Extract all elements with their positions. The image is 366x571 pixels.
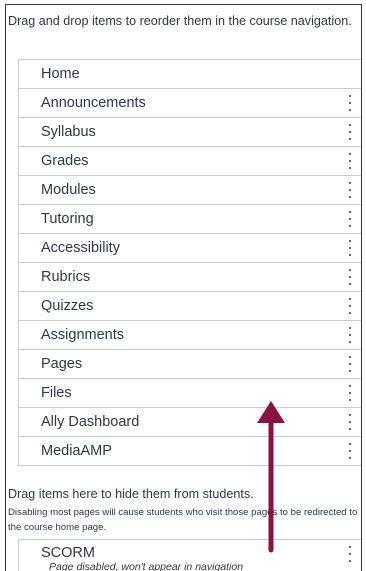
nav-item-label: Ally Dashboard bbox=[41, 414, 140, 430]
nav-item-tutoring[interactable]: Tutoring bbox=[18, 205, 361, 234]
nav-item-label: Quizzes bbox=[41, 298, 94, 314]
vertical-ellipsis-icon[interactable] bbox=[346, 385, 354, 401]
hidden-nav-list: SCORM Page disabled, won't appear in nav… bbox=[18, 539, 361, 571]
nav-item-home[interactable]: Home bbox=[18, 60, 361, 89]
nav-item-label: Announcements bbox=[41, 95, 146, 111]
nav-item-label: MediaAMP bbox=[41, 443, 112, 459]
nav-item-assignments[interactable]: Assignments bbox=[18, 321, 361, 350]
vertical-ellipsis-icon[interactable] bbox=[346, 298, 354, 314]
nav-item-quizzes[interactable]: Quizzes bbox=[18, 292, 361, 321]
vertical-ellipsis-icon[interactable] bbox=[346, 124, 354, 140]
nav-item-syllabus[interactable]: Syllabus bbox=[18, 118, 361, 147]
vertical-ellipsis-icon[interactable] bbox=[346, 240, 354, 256]
nav-item-label: Assignments bbox=[41, 327, 125, 343]
nav-item-mediaamp[interactable]: MediaAMP bbox=[18, 437, 361, 466]
nav-item-label: Accessibility bbox=[41, 240, 120, 256]
nav-item-label: Home bbox=[41, 66, 80, 82]
nav-item-label: Modules bbox=[41, 182, 96, 198]
nav-item-label: Pages bbox=[41, 356, 83, 372]
nav-item-announcements[interactable]: Announcements bbox=[18, 89, 361, 118]
vertical-ellipsis-icon[interactable] bbox=[346, 95, 354, 111]
nav-item-accessibility[interactable]: Accessibility bbox=[18, 234, 361, 263]
vertical-ellipsis-icon[interactable] bbox=[346, 356, 354, 372]
nav-item-label: Syllabus bbox=[41, 124, 96, 140]
vertical-ellipsis-icon[interactable] bbox=[346, 153, 354, 169]
nav-item-status: Page disabled, won't appear in navigatio… bbox=[49, 561, 244, 571]
nav-item-grades[interactable]: Grades bbox=[18, 147, 361, 176]
hidden-section-title: Drag items here to hide them from studen… bbox=[8, 487, 254, 501]
nav-item-label: Tutoring bbox=[41, 211, 94, 227]
enabled-nav-list: Home Announcements Syllabus Grades Modules Tu… bbox=[18, 59, 361, 466]
vertical-ellipsis-icon[interactable] bbox=[346, 327, 354, 343]
nav-item-label: Rubrics bbox=[41, 269, 91, 285]
nav-item-pages[interactable]: Pages bbox=[18, 350, 361, 379]
nav-item-modules[interactable]: Modules bbox=[18, 176, 361, 205]
nav-item-label: SCORM bbox=[41, 545, 95, 561]
reorder-instructions: Drag and drop items to reorder them in t… bbox=[8, 14, 352, 28]
vertical-ellipsis-icon[interactable] bbox=[346, 414, 354, 430]
vertical-ellipsis-icon[interactable] bbox=[346, 182, 354, 198]
nav-item-ally-dashboard[interactable]: Ally Dashboard bbox=[18, 408, 361, 437]
vertical-ellipsis-icon[interactable] bbox=[346, 546, 354, 562]
nav-item-label: Grades bbox=[41, 153, 89, 169]
course-navigation-panel: Drag and drop items to reorder them in t… bbox=[5, 4, 362, 571]
nav-item-files[interactable]: Files bbox=[18, 379, 361, 408]
vertical-ellipsis-icon[interactable] bbox=[346, 443, 354, 459]
vertical-ellipsis-icon[interactable] bbox=[346, 269, 354, 285]
hidden-section-description: Disabling most pages will cause students… bbox=[8, 507, 358, 533]
vertical-ellipsis-icon[interactable] bbox=[346, 211, 354, 227]
hidden-nav-item-scorm[interactable]: SCORM Page disabled, won't appear in nav… bbox=[18, 540, 361, 571]
nav-item-rubrics[interactable]: Rubrics bbox=[18, 263, 361, 292]
nav-item-label: Files bbox=[41, 385, 72, 401]
